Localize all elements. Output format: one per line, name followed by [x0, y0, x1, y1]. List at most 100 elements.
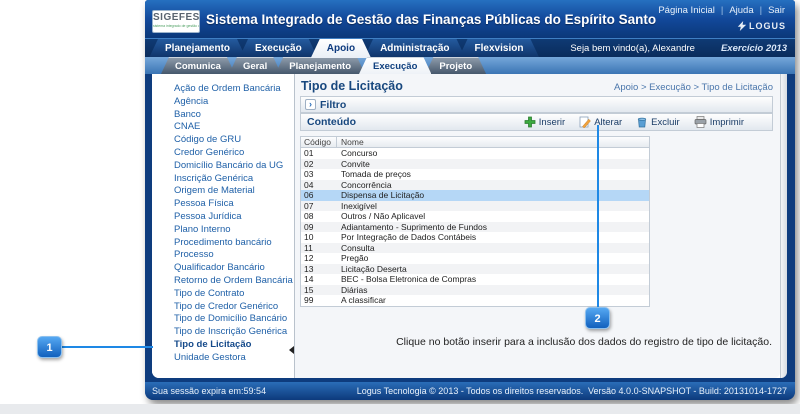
- printer-icon: [694, 116, 707, 128]
- filter-label: Filtro: [320, 99, 346, 111]
- table-row[interactable]: 99 A classificar: [301, 295, 649, 306]
- column-header-nome[interactable]: Nome: [337, 137, 649, 147]
- app-body: Ação de Ordem BancáriaAgênciaBancoCNAECó…: [152, 74, 787, 378]
- alter-button[interactable]: Alterar: [579, 116, 622, 128]
- sidebar-item[interactable]: Origem de Material: [152, 185, 293, 198]
- sidebar-item[interactable]: Tipo de Contrato: [152, 288, 293, 301]
- filter-panel-toggle[interactable]: › Filtro: [300, 96, 773, 113]
- hint-text: Clique no botão inserir para a inclusão …: [396, 336, 772, 348]
- cell-nome: Inexigível: [337, 201, 649, 212]
- table-row[interactable]: 15 Diárias: [301, 285, 649, 296]
- cell-nome: BEC - Bolsa Eletronica de Compras: [337, 274, 649, 285]
- header-link[interactable]: Sair: [754, 5, 785, 16]
- main-nav: PlanejamentoExecuçãoApoioAdministraçãoFl…: [145, 38, 795, 57]
- sigefes-logo: SIGEFES sistema integrado de gestão das …: [152, 10, 200, 33]
- cell-nome: Tomada de preços: [337, 169, 649, 180]
- logus-logo: LOGUS: [737, 21, 786, 31]
- main-nav-tab[interactable]: Planejamento: [149, 39, 246, 58]
- main-nav-right: Seja bem vindo(a), Alexandre Exercício 2…: [570, 39, 787, 58]
- sidebar-item[interactable]: Inscrição Genérica: [152, 173, 293, 186]
- table-row[interactable]: 14 BEC - Bolsa Eletronica de Compras: [301, 274, 649, 285]
- page: SIGEFES sistema integrado de gestão das …: [0, 0, 800, 414]
- main-nav-tab[interactable]: Flexvision: [459, 39, 540, 58]
- sub-nav-tab[interactable]: Planejamento: [275, 57, 365, 74]
- table-row[interactable]: 08 Outros / Não Aplicavel: [301, 211, 649, 222]
- sub-nav-tab[interactable]: Projeto: [425, 57, 486, 74]
- sidebar-item[interactable]: CNAE: [152, 121, 293, 134]
- table-row[interactable]: 09 Adiantamento - Suprimento de Fundos: [301, 222, 649, 233]
- cell-codigo: 14: [301, 274, 337, 285]
- table-row[interactable]: 13 Licitação Deserta: [301, 264, 649, 275]
- main-nav-tabs: PlanejamentoExecuçãoApoioAdministraçãoFl…: [149, 39, 532, 58]
- insert-button[interactable]: Inserir: [524, 116, 565, 128]
- sub-nav-tab[interactable]: Execução: [359, 57, 431, 74]
- content-label: Conteúdo: [307, 116, 356, 128]
- sub-nav-tab[interactable]: Geral: [229, 57, 281, 74]
- cell-codigo: 01: [301, 148, 337, 159]
- sub-nav-tab[interactable]: Comunica: [161, 57, 235, 74]
- print-button[interactable]: Imprimir: [694, 116, 744, 128]
- table-row[interactable]: 06 Dispensa de Licitação: [301, 190, 649, 201]
- header-link[interactable]: Ajuda: [715, 5, 754, 16]
- sub-nav: ComunicaGeralPlanejamentoExecuçãoProjeto: [145, 57, 795, 74]
- sidebar-item[interactable]: Qualificador Bancário: [152, 262, 293, 275]
- app-header: SIGEFES sistema integrado de gestão das …: [145, 0, 795, 38]
- licitacao-table: Código Nome 01 Concurso 02 Conv: [300, 136, 650, 307]
- table-row[interactable]: 03 Tomada de preços: [301, 169, 649, 180]
- sidebar-item[interactable]: Retorno de Ordem Bancária: [152, 275, 293, 288]
- status-bar: Sua sessão expira em:59:54 Logus Tecnolo…: [145, 382, 795, 400]
- sigefes-logo-text: SIGEFES: [153, 11, 199, 24]
- logus-logo-text: LOGUS: [749, 21, 786, 31]
- breadcrumb: Apoio > Execução > Tipo de Licitação: [614, 82, 773, 93]
- page-bottom-strip: [0, 404, 800, 414]
- sidebar-item[interactable]: Procedimento bancário: [152, 237, 293, 250]
- sidebar-item[interactable]: Tipo de Domicílio Bancário: [152, 313, 293, 326]
- chevron-right-icon[interactable]: ›: [305, 99, 316, 110]
- sidebar-item[interactable]: Plano Interno: [152, 224, 293, 237]
- cell-codigo: 07: [301, 201, 337, 212]
- sidebar-item[interactable]: Tipo de Credor Genérico: [152, 301, 293, 314]
- trash-icon: [636, 116, 648, 128]
- header-links: Página InicialAjudaSair: [658, 5, 785, 16]
- table-row[interactable]: 01 Concurso: [301, 148, 649, 159]
- sidebar-item[interactable]: Pessoa Física: [152, 198, 293, 211]
- sidebar-item[interactable]: Pessoa Jurídica: [152, 211, 293, 224]
- sidebar-item[interactable]: Unidade Gestora: [152, 352, 293, 365]
- alter-button-label: Alterar: [594, 117, 622, 128]
- content-panel: Tipo de Licitação Apoio > Execução > Tip…: [294, 74, 780, 378]
- main-nav-tab[interactable]: Administração: [364, 39, 465, 58]
- sidebar-item[interactable]: Ação de Ordem Bancária: [152, 83, 293, 96]
- table-row[interactable]: 12 Pregão: [301, 253, 649, 264]
- sidebar-item[interactable]: Código de GRU: [152, 134, 293, 147]
- callout-badge-1: 1: [37, 336, 62, 358]
- sidebar-item[interactable]: Domicílio Bancário da UG: [152, 160, 293, 173]
- sidebar-item[interactable]: Agência: [152, 96, 293, 109]
- sidebar-item[interactable]: Tipo de Licitação: [152, 339, 293, 352]
- table-row[interactable]: 07 Inexigível: [301, 201, 649, 212]
- column-header-codigo[interactable]: Código: [301, 137, 337, 147]
- cell-codigo: 02: [301, 159, 337, 170]
- main-nav-tab[interactable]: Execução: [239, 39, 318, 58]
- table-row[interactable]: 02 Convite: [301, 159, 649, 170]
- insert-button-label: Inserir: [539, 117, 565, 128]
- table-body: 01 Concurso 02 Convite 03 Tomada d: [301, 148, 649, 306]
- table-row[interactable]: 11 Consulta: [301, 243, 649, 254]
- cell-nome: Outros / Não Aplicavel: [337, 211, 649, 222]
- cell-codigo: 12: [301, 253, 337, 264]
- print-button-label: Imprimir: [710, 117, 744, 128]
- table-row[interactable]: 04 Concorrência: [301, 180, 649, 191]
- cell-codigo: 13: [301, 264, 337, 275]
- delete-button[interactable]: Excluir: [636, 116, 680, 128]
- table-row[interactable]: 10 Por Integração de Dados Contábeis: [301, 232, 649, 243]
- cell-nome: Concorrência: [337, 180, 649, 191]
- callout-line-1: [60, 346, 153, 348]
- app-window: SIGEFES sistema integrado de gestão das …: [145, 0, 795, 400]
- header-link[interactable]: Página Inicial: [658, 5, 715, 16]
- sidebar-item[interactable]: Processo: [152, 249, 293, 262]
- sidebar-item[interactable]: Credor Genérico: [152, 147, 293, 160]
- main-nav-tab[interactable]: Apoio: [311, 39, 371, 58]
- sidebar-item[interactable]: Tipo de Inscrição Genérica: [152, 326, 293, 339]
- sidebar-item[interactable]: Banco: [152, 109, 293, 122]
- lightning-icon: [737, 21, 747, 31]
- vertical-scrollbar[interactable]: [780, 74, 787, 378]
